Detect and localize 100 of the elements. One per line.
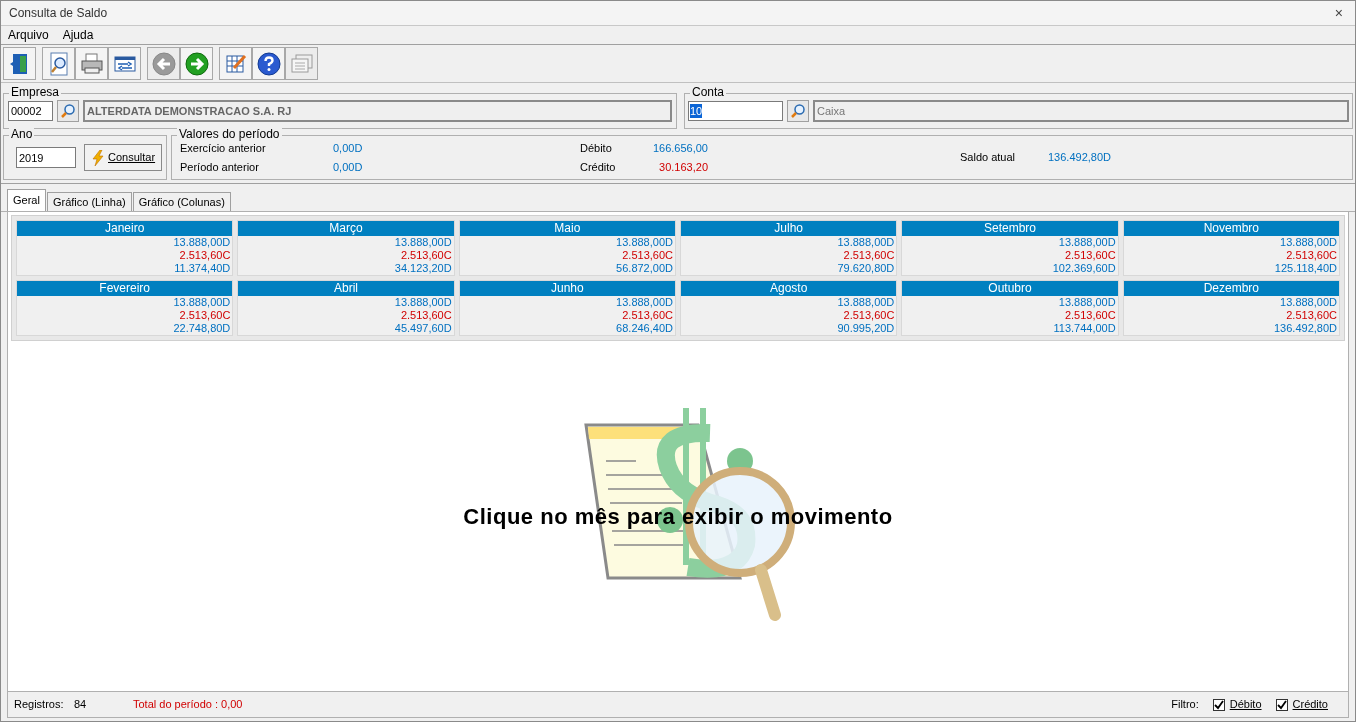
toolbar-button[interactable] [42, 47, 75, 80]
debit-value: 13.888,00D [615, 296, 674, 309]
toolbar-button[interactable] [108, 47, 141, 80]
debit-value: 13.888,00D [172, 296, 232, 309]
field-value: 30.163,20 [658, 160, 708, 175]
field-label: Exercício anterior [180, 141, 267, 156]
search-button[interactable] [787, 100, 809, 122]
month-card[interactable]: Agosto 13.888,00D 2.513,60C 90.995,20D [680, 280, 898, 336]
credit-value: 2.513,60C [1285, 309, 1338, 322]
field-value: 0,00D [333, 160, 363, 175]
balance-value: 11.374,40D [173, 262, 232, 275]
field-label: Período anterior [180, 160, 260, 175]
month-header: Dezembro [1123, 281, 1339, 296]
search-icon [790, 103, 806, 119]
field-label: Saldo atual [960, 150, 1017, 166]
debit-value: 13.888,00D [1279, 236, 1338, 249]
debit-value: 13.888,00D [836, 296, 896, 309]
group-label: Conta [690, 85, 727, 99]
close-button[interactable]: × [1330, 6, 1347, 20]
tab[interactable]: Gráfico (Colunas) [132, 192, 231, 211]
checkbox[interactable] [1212, 698, 1225, 711]
debit-value: 13.888,00D [1057, 296, 1117, 309]
month-header: Outubro [902, 281, 1118, 296]
month-header: Abril [238, 281, 454, 296]
balance-value: 34.123,20D [393, 262, 453, 275]
credit-value: 2.513,60C [178, 309, 232, 322]
magnifier-page-icon [47, 51, 70, 76]
month-header: Agosto [681, 281, 897, 296]
month-header: Setembro [902, 221, 1118, 236]
credit-value: 2.513,60C [621, 309, 674, 322]
check-icon [1276, 699, 1287, 710]
month-card[interactable]: Outubro 13.888,00D 2.513,60C 113.744,00D [901, 280, 1119, 336]
month-header: Maio [459, 221, 675, 236]
balance-value: 68.246,40D [615, 322, 674, 335]
month-header: Janeiro [17, 221, 233, 236]
conta-name-field: Caixa [813, 100, 1349, 122]
debit-value: 13.888,00D [1057, 236, 1117, 249]
credit-value: 2.513,60C [1285, 249, 1338, 262]
check-icon [1213, 699, 1224, 710]
month-header: Junho [459, 281, 675, 296]
toolbar-button[interactable] [3, 47, 36, 80]
credit-value: 2.513,60C [399, 249, 453, 262]
debit-value: 13.888,00D [393, 236, 453, 249]
registros-count: 84 [74, 697, 88, 713]
conta-code-field[interactable]: 10 [688, 101, 783, 121]
month-card[interactable]: Novembro 13.888,00D 2.513,60C 125.118,40D [1122, 220, 1340, 276]
debit-value: 13.888,00D [615, 236, 674, 249]
pencil-grid-icon [224, 52, 247, 75]
debit-value: 13.888,00D [1279, 296, 1338, 309]
credit-value: 2.513,60C [1063, 309, 1117, 322]
month-card[interactable]: Maio 13.888,00D 2.513,60C 56.872,00D [458, 220, 676, 276]
debit-value: 13.888,00D [393, 296, 453, 309]
lightning-icon [91, 149, 105, 166]
consultar-button[interactable]: Consultar [84, 144, 163, 171]
month-card[interactable]: Fevereiro 13.888,00D 2.513,60C 22.748,80D [16, 280, 234, 336]
toolbar-button[interactable] [252, 47, 285, 80]
month-header: Julho [681, 221, 897, 236]
month-card[interactable]: Setembro 13.888,00D 2.513,60C 102.369,60D [901, 220, 1119, 276]
month-card[interactable]: Janeiro 13.888,00D 2.513,60C 11.374,40D [16, 220, 234, 276]
credit-value: 2.513,60C [621, 249, 674, 262]
filter-label: Filtro: [1171, 697, 1199, 713]
field-label: Débito [580, 140, 613, 156]
field-value: 166.656,00 [651, 140, 708, 156]
window-title: Consulta de Saldo [9, 5, 108, 22]
group-label: Empresa [9, 85, 62, 99]
month-card[interactable]: Abril 13.888,00D 2.513,60C 45.497,60D [237, 280, 455, 336]
stacked-windows-icon [289, 52, 314, 75]
empresa-name-field: ALTERDATA DEMONSTRACAO S.A. RJ [83, 100, 672, 122]
month-card[interactable]: Junho 13.888,00D 2.513,60C 68.246,40D [458, 280, 676, 336]
registros-label: Registros: [14, 697, 65, 713]
menu-item[interactable]: Ajuda [62, 26, 94, 44]
transfer-window-icon [112, 53, 137, 74]
filter-checkbox[interactable]: Débito [1212, 696, 1262, 713]
balance-value: 22.748,80D [172, 322, 232, 335]
search-button[interactable] [57, 100, 79, 122]
balance-value: 79.620,80D [836, 262, 896, 275]
balance-value: 125.118,40D [1273, 262, 1338, 275]
toolbar-button[interactable] [75, 47, 108, 80]
credit-value: 2.513,60C [178, 249, 232, 262]
ano-field[interactable]: 2019 [16, 147, 76, 168]
month-card[interactable]: Março 13.888,00D 2.513,60C 34.123,20D [237, 220, 455, 276]
toolbar-button[interactable] [180, 47, 213, 80]
instruction-text: Clique no mês para exibir o movimento [463, 502, 893, 531]
month-header: Fevereiro [17, 281, 233, 296]
field-label: Crédito [580, 160, 617, 175]
group-label: Ano [9, 127, 35, 141]
period-total: Total do período : 0,00 [133, 697, 243, 713]
menu-item[interactable]: Arquivo [8, 26, 49, 44]
month-card[interactable]: Julho 13.888,00D 2.513,60C 79.620,80D [680, 220, 898, 276]
filter-checkbox[interactable]: Crédito [1275, 696, 1328, 713]
credit-value: 2.513,60C [842, 309, 896, 322]
empresa-code-field[interactable]: 00002 [8, 101, 53, 121]
month-header: Novembro [1123, 221, 1339, 236]
balance-value: 45.497,60D [393, 322, 453, 335]
checkbox[interactable] [1275, 698, 1288, 711]
tab[interactable]: Geral [7, 189, 46, 211]
toolbar-button[interactable] [219, 47, 252, 80]
month-card[interactable]: Dezembro 13.888,00D 2.513,60C 136.492,80D [1122, 280, 1340, 336]
tab[interactable]: Gráfico (Linha) [46, 192, 132, 211]
month-header: Março [238, 221, 454, 236]
